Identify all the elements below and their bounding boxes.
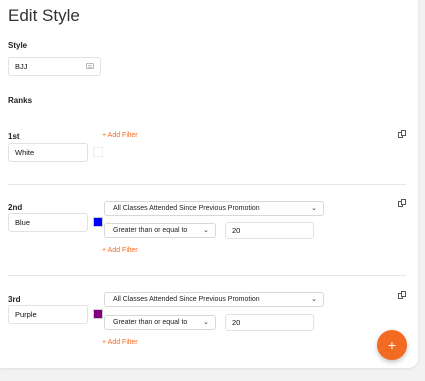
style-name-value: BJJ — [15, 62, 28, 71]
filter-value: 20 — [232, 226, 241, 235]
rank-name-value: Purple — [15, 310, 37, 319]
criteria-value: All Classes Attended Since Previous Prom… — [113, 205, 260, 212]
rank-name-input[interactable]: Purple — [8, 305, 88, 324]
add-filter-link[interactable]: + Add Filter — [102, 247, 138, 254]
operator-value: Greater than or equal to — [113, 319, 188, 326]
rank-name-input[interactable]: Blue — [8, 213, 88, 232]
style-name-input[interactable]: BJJ — [8, 57, 101, 76]
divider — [8, 184, 406, 185]
copy-icon[interactable] — [398, 291, 407, 300]
edit-style-card: Edit Style Style BJJ Ranks 1st White + A… — [0, 0, 418, 368]
rank-color-swatch[interactable] — [93, 147, 103, 157]
add-filter-link[interactable]: + Add Filter — [102, 132, 138, 139]
filter-value-input[interactable]: 20 — [225, 222, 314, 239]
chevron-down-icon: ⌄ — [311, 296, 317, 303]
copy-icon[interactable] — [398, 199, 407, 208]
divider — [8, 275, 406, 276]
rank-ordinal: 2nd — [8, 203, 23, 212]
chevron-down-icon: ⌄ — [203, 319, 209, 326]
criteria-select[interactable]: All Classes Attended Since Previous Prom… — [104, 292, 324, 307]
chevron-down-icon: ⌄ — [203, 227, 209, 234]
ranks-label: Ranks — [8, 96, 33, 105]
rank-ordinal: 1st — [8, 132, 20, 141]
add-rank-button[interactable]: + — [377, 330, 407, 360]
page-title: Edit Style — [8, 6, 80, 25]
copy-icon[interactable] — [398, 130, 407, 139]
list-icon — [86, 63, 94, 69]
operator-select[interactable]: Greater than or equal to ⌄ — [104, 223, 216, 238]
rank-color-swatch[interactable] — [93, 217, 103, 227]
operator-select[interactable]: Greater than or equal to ⌄ — [104, 315, 216, 330]
add-filter-link[interactable]: + Add Filter — [102, 339, 138, 346]
rank-name-value: White — [15, 148, 35, 157]
rank-ordinal: 3rd — [8, 295, 21, 304]
filter-value-input[interactable]: 20 — [225, 314, 314, 331]
plus-icon: + — [387, 337, 397, 353]
criteria-select[interactable]: All Classes Attended Since Previous Prom… — [104, 201, 324, 216]
rank-name-input[interactable]: White — [8, 143, 88, 162]
rank-color-swatch[interactable] — [93, 309, 103, 319]
rank-name-value: Blue — [15, 218, 31, 227]
criteria-value: All Classes Attended Since Previous Prom… — [113, 296, 260, 303]
chevron-down-icon: ⌄ — [311, 205, 317, 212]
operator-value: Greater than or equal to — [113, 227, 188, 234]
style-label: Style — [8, 41, 28, 50]
filter-value: 20 — [232, 318, 241, 327]
